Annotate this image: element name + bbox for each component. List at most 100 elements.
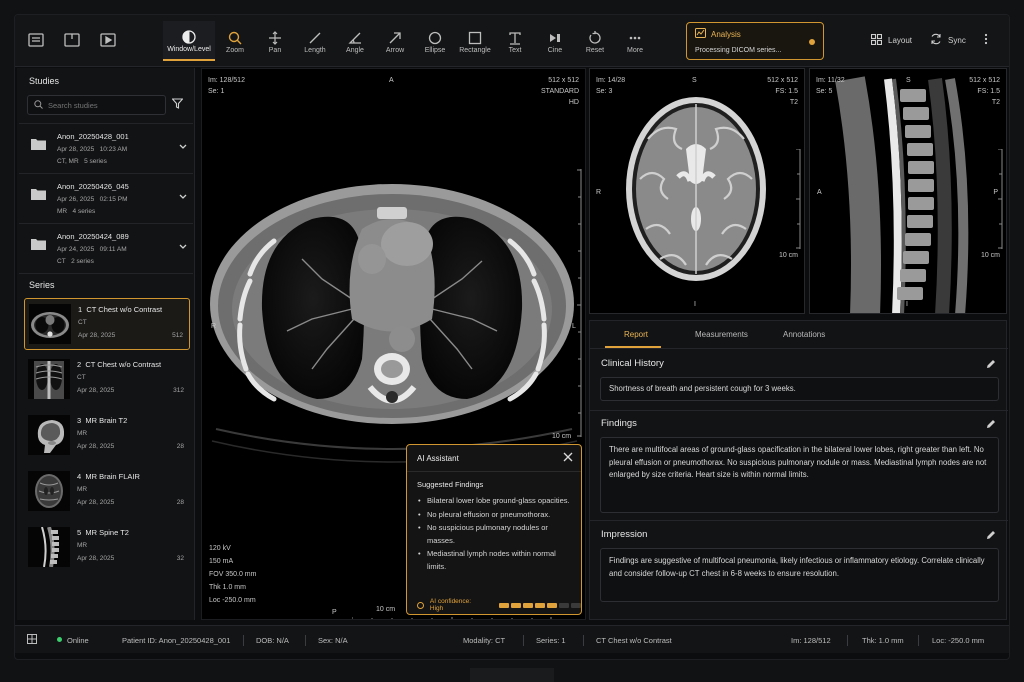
edit-clinical-history-icon[interactable] (986, 359, 996, 371)
text-icon (508, 29, 522, 47)
tool-arrow[interactable]: Arrow (375, 21, 415, 61)
series-name: 1 CT Chest w/o Contrast (78, 305, 163, 314)
series-modality: MR (77, 486, 88, 493)
patient-id: Patient ID: Anon_20250428_001 (122, 636, 231, 645)
tool-ellipse[interactable]: Ellipse (415, 21, 455, 61)
series-item[interactable]: 3 MR Brain T2 MR Apr 28, 2025 28 (24, 410, 190, 462)
folder-icon (31, 138, 46, 152)
sync-icon (930, 33, 942, 47)
series-name: 2 CT Chest w/o Contrast (77, 360, 162, 369)
tool-text[interactable]: Text (495, 21, 535, 61)
impression-text[interactable]: Findings are suggestive of multifocal pn… (600, 548, 999, 602)
tool-window-level[interactable]: Window/Level (163, 21, 215, 61)
book-icon[interactable] (59, 27, 85, 53)
study-item[interactable]: Anon_20250424_089 Apr 24, 2025 09:11 AM … (19, 223, 193, 272)
filter-icon[interactable] (171, 98, 184, 111)
ellipse-icon (428, 29, 442, 47)
findings-text[interactable]: There are multifocal areas of ground-gla… (600, 437, 999, 513)
sync-button[interactable]: Sync (930, 33, 966, 47)
chevron-down-icon[interactable] (179, 142, 187, 152)
video-icon[interactable] (95, 27, 121, 53)
edit-impression-icon[interactable] (986, 530, 996, 542)
search-box[interactable] (27, 95, 166, 115)
ai-assistant-panel: AI Assistant Suggested Findings Bilatera… (406, 444, 582, 615)
app-window: Window/Level Zoom Pan Length Angle Arrow (14, 14, 1010, 660)
length-icon (308, 29, 322, 47)
edit-findings-icon[interactable] (986, 419, 996, 431)
scale-label-bottom: 10 cm (376, 606, 396, 613)
tab-report[interactable]: Report (624, 330, 648, 339)
tool-length[interactable]: Length (295, 21, 335, 61)
grid-view-icon[interactable] (27, 634, 37, 646)
more-icon (628, 29, 642, 47)
series-modality: CT (78, 319, 87, 326)
study-datetime: Apr 26, 2025 02:15 PM (57, 196, 128, 203)
scale-label-right: 10 cm (552, 433, 572, 440)
confidence-segment (499, 602, 509, 608)
suggested-findings-title: Suggested Findings (417, 480, 484, 489)
series-date: Apr 28, 2025 (77, 443, 115, 450)
mr2-image-number: Im: 11/32 (816, 77, 845, 84)
clinical-history-text[interactable]: Shortness of breath and persistent cough… (600, 377, 999, 401)
fov-label: FOV 350.0 mm (209, 571, 257, 578)
close-icon[interactable] (563, 452, 573, 464)
study-item[interactable]: Anon_20250426_045 Apr 26, 2025 02:15 PM … (19, 173, 193, 222)
arrow-icon (388, 29, 402, 47)
search-icon (34, 99, 43, 111)
study-item[interactable]: Anon_20250428_001 Apr 28, 2025 10:23 AM … (19, 123, 193, 172)
rectangle-icon (468, 29, 482, 47)
search-input[interactable] (48, 100, 158, 110)
mr1-image-number: Im: 14/28 (596, 77, 626, 84)
series-item[interactable]: 5 MR Spine T2 MR Apr 28, 2025 32 (24, 522, 190, 574)
study-meta: MR 4 series (57, 208, 96, 215)
confidence-label: AI confidence: High (429, 598, 472, 612)
series-count: 312 (173, 387, 184, 394)
report-tabs: Report Measurements Annotations (590, 321, 1008, 349)
studies-panel-icon[interactable] (23, 27, 49, 53)
online-indicator (57, 637, 62, 642)
reset-icon (588, 29, 602, 47)
chevron-down-icon[interactable] (179, 192, 187, 202)
mr-spine-viewport[interactable]: Im: 11/32 Se: 5 S 512 x 512 FS: 1.5 T2 A… (809, 68, 1007, 314)
series-count: 28 (176, 499, 184, 506)
analysis-status-card[interactable]: Analysis Processing DICOM series... (686, 22, 824, 60)
folder-icon (31, 238, 46, 252)
kebab-menu-icon[interactable] (984, 33, 988, 47)
series-count: 28 (176, 443, 184, 450)
chevron-down-icon[interactable] (179, 242, 187, 252)
confidence-segment (511, 602, 521, 608)
series-item[interactable]: 2 CT Chest w/o Contrast CT Apr 28, 2025 … (24, 354, 190, 406)
vertical-scale-ruler (577, 169, 582, 437)
confidence-segment (559, 602, 569, 608)
analysis-icon (695, 28, 706, 40)
layout-button[interactable]: Layout (870, 33, 912, 47)
mr-brain-viewport[interactable]: Im: 14/28 Se: 3 S 512 x 512 FS: 1.5 T2 R… (589, 68, 805, 314)
series-date: Apr 28, 2025 (77, 555, 115, 562)
tool-label: More (627, 46, 643, 54)
tool-more[interactable]: More (615, 21, 655, 61)
series-thumbnail (28, 527, 70, 567)
finding-item: No pleural effusion or pneumothorax. (417, 509, 577, 522)
mr1-orientation-left: R (596, 189, 602, 196)
zoom-icon (228, 29, 242, 47)
tool-pan[interactable]: Pan (255, 21, 295, 61)
tool-angle[interactable]: Angle (335, 21, 375, 61)
tool-cine[interactable]: Cine (535, 21, 575, 61)
hd-label: HD (568, 99, 579, 106)
tool-rectangle[interactable]: Rectangle (455, 21, 495, 61)
location-info: Loc: -250.0 mm (932, 636, 985, 645)
tool-label: Text (508, 46, 522, 54)
mr-brain-image (626, 97, 766, 281)
series-thumbnail (28, 471, 70, 511)
active-tab-indicator (605, 346, 661, 348)
series-item[interactable]: 4 MR Brain FLAIR MR Apr 28, 2025 28 (24, 466, 190, 518)
matrix-size: 512 x 512 (548, 77, 579, 84)
tab-measurements[interactable]: Measurements (695, 330, 748, 339)
mr2-series-number: Se: 5 (816, 88, 833, 95)
tab-annotations[interactable]: Annotations (783, 330, 825, 339)
tool-label: Rectangle (459, 46, 491, 54)
tool-reset[interactable]: Reset (575, 21, 615, 61)
mr1-orientation-bottom: I (694, 301, 696, 308)
series-item[interactable]: 1 CT Chest w/o Contrast CT Apr 28, 2025 … (24, 298, 190, 350)
tool-zoom[interactable]: Zoom (215, 21, 255, 61)
